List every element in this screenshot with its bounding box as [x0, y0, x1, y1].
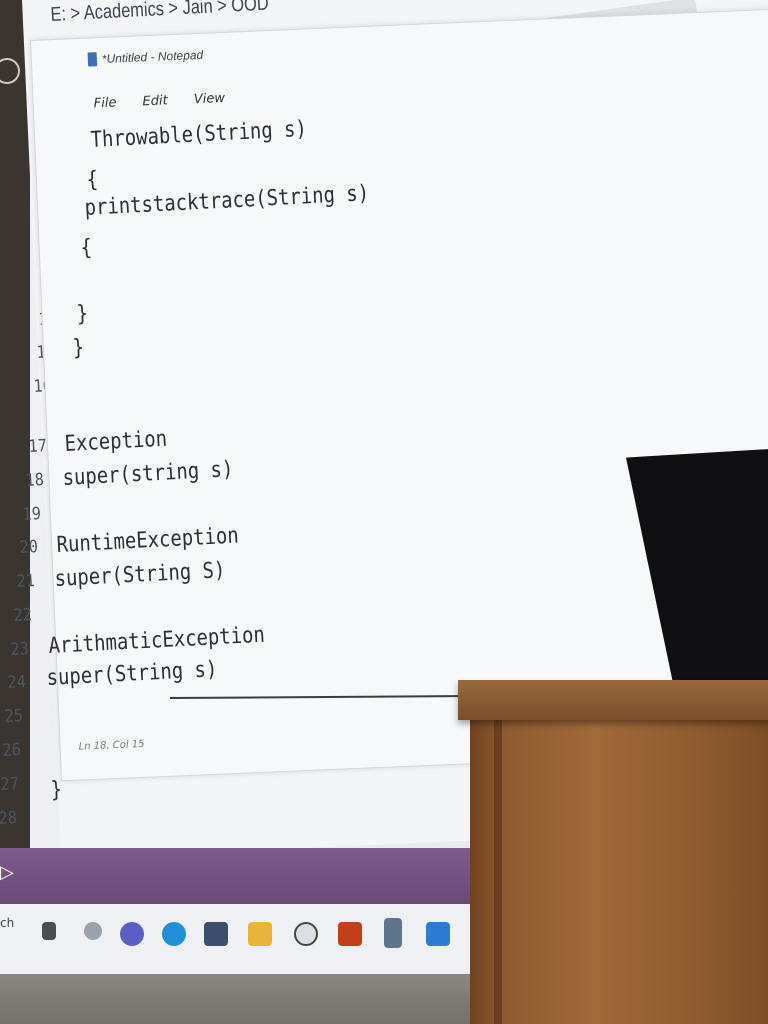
teams-icon[interactable]	[120, 922, 144, 946]
code-line: Exception	[64, 426, 168, 457]
line-number: 23	[10, 639, 30, 660]
windows-taskbar: ch	[0, 904, 470, 974]
search-icon	[0, 58, 20, 84]
dell-icon[interactable]	[294, 922, 318, 946]
code-line: {	[80, 235, 93, 261]
copilot-icon[interactable]	[84, 922, 102, 940]
code-line: {	[86, 167, 99, 193]
line-number: 22	[13, 605, 33, 626]
line-number: 21	[16, 571, 36, 592]
file-explorer-icon[interactable]	[42, 922, 56, 940]
line-number: 27	[0, 774, 20, 795]
notepad-icon	[87, 52, 98, 67]
folder-icon[interactable]	[248, 922, 272, 946]
photo-of-projected-screen: E: > Academics > Jain > OOD 6 7 8 9 10 1…	[0, 0, 768, 1024]
vscode-panel-bar: ▷	[0, 848, 470, 904]
line-number: 20	[19, 537, 39, 558]
vscode-icon[interactable]	[426, 922, 450, 946]
menu-bar: File Edit View	[93, 90, 247, 111]
store-icon[interactable]	[204, 922, 228, 946]
menu-edit[interactable]: Edit	[142, 93, 168, 109]
line-number: 19	[22, 504, 42, 525]
remote-icon: ▷	[0, 862, 14, 883]
podium-top	[458, 680, 768, 720]
edge-icon[interactable]	[162, 922, 186, 946]
vscode-activity-bar	[0, 0, 30, 860]
window-title: *Untitled - Notepad	[101, 47, 204, 67]
line-number: 28	[0, 808, 18, 829]
code-line: }	[76, 301, 89, 327]
line-number: 24	[7, 672, 27, 693]
line-number: 18	[25, 470, 45, 491]
wooden-podium	[470, 718, 768, 1024]
line-number: 17	[28, 436, 48, 457]
line-number: 25	[4, 706, 24, 727]
line-number: 26	[2, 740, 22, 761]
status-bar-position: Ln 18, Col 15	[78, 738, 145, 753]
wall-below-screen	[0, 974, 470, 1024]
taskbar-search[interactable]: ch	[0, 916, 14, 930]
notepad-icon[interactable]	[384, 918, 402, 948]
menu-file[interactable]: File	[93, 95, 116, 111]
code-line: }	[72, 335, 85, 361]
code-line: }	[50, 777, 63, 803]
menu-view[interactable]: View	[194, 91, 226, 107]
powerpoint-icon[interactable]	[338, 922, 362, 946]
